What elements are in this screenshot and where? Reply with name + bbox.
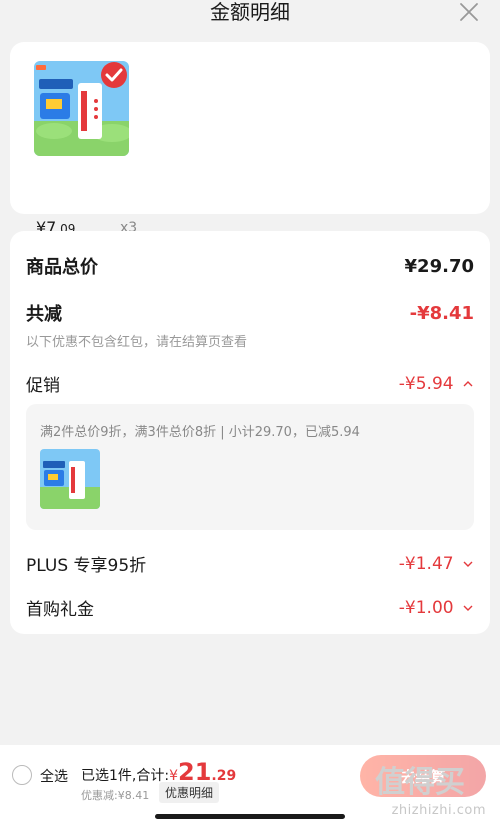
reduce-row: 共减 -¥8.41 [26,300,474,326]
promo-value: -¥5.94 [398,373,454,394]
promo-product-thumbnail [40,449,100,509]
product-card: ¥7.09 x3 [10,42,490,237]
plus-label: PLUS 专享95折 [26,556,147,576]
total-label: 商品总价 [26,257,98,278]
watermark-url: zhizhizhi.com [391,803,486,818]
first-buy-row[interactable]: 首购礼金 -¥1.00 [26,595,474,620]
chevron-down-icon [463,605,473,611]
selected-count: 已选1件,合计: [81,768,170,784]
promo-label: 促销 [26,376,60,396]
chevron-up-icon [463,380,473,386]
modal-header: 金额明细 [0,0,500,34]
discount-note: 以下优惠不包含红包，请在结算页查看 [26,335,248,350]
reduce-label: 共减 [26,304,62,325]
chevron-down-icon [463,561,473,567]
select-all-radio[interactable] [12,765,32,785]
close-icon[interactable] [458,1,480,23]
home-indicator [155,814,345,819]
first-buy-value: -¥1.00 [398,597,454,618]
first-buy-label: 首购礼金 [26,600,94,620]
total-value: ¥29.70 [404,255,474,277]
plus-row[interactable]: PLUS 专享95折 -¥1.47 [26,551,474,576]
page-title: 金额明细 [210,0,290,24]
promo-row[interactable]: 促销 -¥5.94 [26,371,474,396]
plus-value: -¥1.47 [398,553,454,574]
total-row: 商品总价 ¥29.70 [26,253,474,279]
first-buy-value-wrap: -¥1.00 [399,598,474,618]
discount-summary: 优惠减:¥8.41 [81,789,150,802]
checkout-button[interactable]: 去结算 [360,755,486,797]
price-detail-card: 商品总价 ¥29.70 共减 -¥8.41 以下优惠不包含红包，请在结算页查看 … [10,231,490,634]
promo-description: 满2件总价9折，满3件总价8折 | 小计29.70，已减5.94 [40,425,360,440]
reduce-value: -¥8.41 [409,302,474,324]
select-all-label[interactable]: 全选 [40,766,68,786]
promo-detail-box: 满2件总价9折，满3件总价8折 | 小计29.70，已减5.94 [26,404,474,530]
plus-value-wrap: -¥1.47 [399,554,474,574]
promo-value-wrap: -¥5.94 [399,374,474,394]
product-thumbnail[interactable] [34,61,129,156]
discount-detail-button[interactable]: 优惠明细 [159,782,220,803]
